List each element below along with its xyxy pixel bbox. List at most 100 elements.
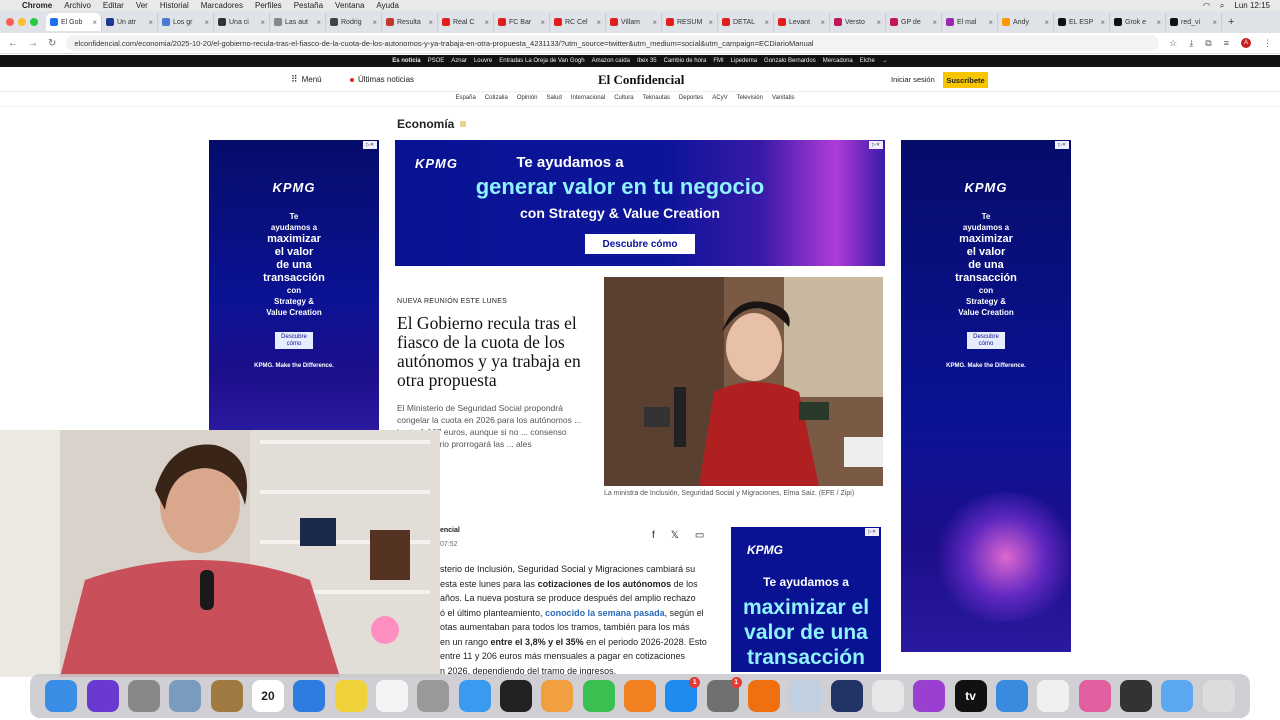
ad-top-banner[interactable]: ▷✕ KPMG Te ayudamos a generar valor en t… (395, 140, 885, 266)
activity-icon[interactable] (1119, 680, 1152, 712)
vlc-icon[interactable] (747, 680, 780, 712)
tab-close-icon[interactable]: × (596, 18, 601, 27)
quicktime-icon[interactable] (830, 680, 863, 712)
trending-link[interactable]: Elche (860, 58, 875, 64)
menu-button[interactable]: ⠿ Menú (291, 74, 322, 85)
browser-tab[interactable]: Rodrig × (326, 13, 382, 31)
tab-close-icon[interactable]: × (540, 18, 545, 27)
screen-sharing-icon[interactable] (1078, 680, 1111, 712)
tab-close-icon[interactable]: × (876, 18, 881, 27)
new-tab-button[interactable]: + (1228, 16, 1234, 28)
trending-link[interactable]: Louvre (474, 58, 492, 64)
trending-link[interactable]: Mercadona (823, 58, 853, 64)
download-icon[interactable]: ⤓ (1189, 38, 1193, 49)
minimize-window-button[interactable] (18, 18, 26, 26)
browser-tab[interactable]: Los gr × (158, 13, 214, 31)
trending-link[interactable]: Cambio de hora (664, 58, 707, 64)
tab-close-icon[interactable]: × (764, 18, 769, 27)
system-settings-icon[interactable]: 1 (706, 677, 742, 712)
section-link[interactable]: Vanitatis (772, 95, 795, 106)
browser-tab[interactable]: Resulta × (382, 13, 438, 31)
tab-close-icon[interactable]: × (1100, 18, 1105, 27)
browser-tab[interactable]: Levant × (774, 13, 830, 31)
menu-item-ver[interactable]: Ver (136, 1, 148, 10)
site-logo[interactable]: El Confidencial (598, 72, 684, 88)
menu-item-perfiles[interactable]: Perfiles (255, 1, 282, 10)
ad-info-icon[interactable]: ▷✕ (869, 141, 883, 149)
section-link[interactable]: ACyV (712, 95, 727, 106)
browser-tab[interactable]: El mal × (942, 13, 998, 31)
trending-link[interactable]: Entradas La Oreja de Van Gogh (499, 58, 584, 64)
section-link[interactable]: Cotizalia (485, 95, 508, 106)
category-title[interactable]: Economía (397, 117, 467, 131)
clock[interactable]: Lun 12:15 (1234, 1, 1270, 10)
section-link[interactable]: Teknautas (643, 95, 670, 106)
final-cut-icon[interactable] (499, 680, 532, 712)
browser-tab[interactable]: Versto × (830, 13, 886, 31)
tab-close-icon[interactable]: × (204, 18, 209, 27)
section-link[interactable]: Televisión (737, 95, 763, 106)
reload-icon[interactable]: ↻ (48, 38, 56, 49)
login-link[interactable]: Iniciar sesión (891, 75, 935, 84)
browser-tab[interactable]: Real C × (438, 13, 494, 31)
latest-news-link[interactable]: Últimas noticias (350, 75, 414, 84)
launchpad-icon[interactable] (127, 680, 160, 712)
tab-close-icon[interactable]: × (148, 18, 153, 27)
menu-item-ventana[interactable]: Ventana (335, 1, 364, 10)
tab-close-icon[interactable]: × (988, 18, 993, 27)
books-icon[interactable] (623, 680, 656, 712)
ad-info-icon[interactable]: ▷✕ (1055, 141, 1069, 149)
podcasts-icon[interactable] (913, 680, 946, 712)
browser-tab[interactable]: EL ESP × (1054, 13, 1110, 31)
trending-link[interactable]: Amazon caída (592, 58, 630, 64)
script-icon[interactable] (417, 680, 450, 712)
app-store-icon[interactable]: 1 (665, 677, 701, 712)
extensions-icon[interactable]: ⧉ (1205, 38, 1211, 49)
trending-link[interactable]: Gonzalo Bernardos (764, 58, 816, 64)
browser-tab[interactable]: Una ci × (214, 13, 270, 31)
trending-link[interactable]: FMI (713, 58, 723, 64)
tab-close-icon[interactable]: × (316, 18, 321, 27)
messenger-icon[interactable] (458, 680, 491, 712)
profile-avatar[interactable]: A (1241, 38, 1251, 48)
menu-item-editar[interactable]: Editar (103, 1, 124, 10)
back-icon[interactable]: ← (8, 38, 18, 49)
browser-tab[interactable]: Villam × (606, 13, 662, 31)
reminders-icon[interactable] (375, 680, 408, 712)
network-app-icon[interactable] (995, 680, 1028, 712)
tab-close-icon[interactable]: × (1212, 18, 1217, 27)
tab-close-icon[interactable]: × (260, 18, 265, 27)
ad-info-icon[interactable]: ▷✕ (865, 528, 879, 536)
tab-close-icon[interactable]: × (652, 18, 657, 27)
tab-close-icon[interactable]: × (820, 18, 825, 27)
ad-inline[interactable]: ▷✕ KPMG Te ayudamos a maximizar el valor… (731, 527, 881, 672)
section-link[interactable]: Salud (547, 95, 562, 106)
ad-info-icon[interactable]: ▷✕ (363, 141, 377, 149)
folder-icon[interactable] (1161, 680, 1194, 712)
close-window-button[interactable] (6, 18, 14, 26)
apple-tv-icon[interactable]: tv (954, 680, 987, 712)
tab-close-icon[interactable]: × (932, 18, 937, 27)
browser-tab[interactable]: RC Cel × (550, 13, 606, 31)
section-link[interactable]: Opinión (517, 95, 538, 106)
notes-icon[interactable] (334, 680, 367, 712)
trending-next-icon[interactable]: → (882, 58, 888, 64)
browser-tab[interactable]: RESUM × (662, 13, 718, 31)
body-link[interactable]: conocido la semana pasada (545, 608, 665, 618)
menu-item-marcadores[interactable]: Marcadores (201, 1, 243, 10)
tab-close-icon[interactable]: × (484, 18, 489, 27)
ad-cta-button[interactable]: Descubre cómo (275, 332, 313, 349)
menu-item-pestana[interactable]: Pestaña (294, 1, 323, 10)
browser-tab[interactable]: Grok e × (1110, 13, 1166, 31)
search-icon[interactable]: ⌕ (1220, 1, 1224, 11)
browser-tab[interactable]: Las aut × (270, 13, 326, 31)
trending-link[interactable]: Lipedema (731, 58, 757, 64)
tab-close-icon[interactable]: × (1156, 18, 1161, 27)
notes-app-icon[interactable] (210, 680, 243, 712)
siri-icon[interactable] (86, 680, 119, 712)
menu-app-name[interactable]: Chrome (22, 1, 52, 10)
tab-close-icon[interactable]: × (1044, 18, 1049, 27)
browser-tab[interactable]: red_vi × (1166, 13, 1222, 31)
comments-icon[interactable]: ▭ (695, 530, 704, 541)
browser-tab[interactable]: El Gob × (46, 13, 102, 31)
